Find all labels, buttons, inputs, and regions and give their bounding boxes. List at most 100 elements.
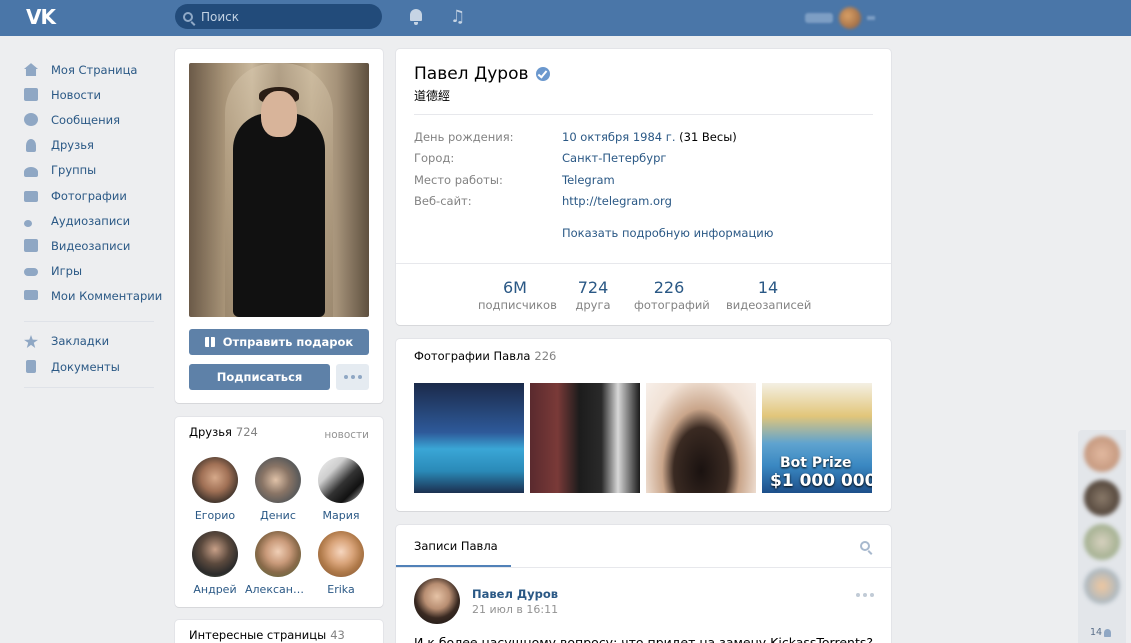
info-value[interactable]: Санкт-Петербург	[562, 151, 666, 165]
counter-number: 6M	[503, 278, 527, 297]
friend-avatar	[192, 457, 238, 503]
counter-subscribers[interactable]: 6M подписчиков	[478, 278, 557, 312]
photo-thumbnail[interactable]	[646, 383, 756, 493]
friend-name: Егорио	[194, 509, 236, 522]
dock-avatar[interactable]	[1084, 436, 1120, 472]
friends-news-link[interactable]: новости	[324, 429, 369, 441]
profile-avatar[interactable]	[189, 63, 369, 317]
dock-online-count[interactable]: 14	[1090, 627, 1112, 638]
sidebar-item-label: Закладки	[51, 334, 110, 349]
sidebar-item-messages[interactable]: Сообщения	[24, 107, 156, 132]
search-box[interactable]	[175, 4, 382, 29]
photos-title: Фотографии Павла	[414, 349, 531, 363]
gift-icon	[204, 337, 215, 347]
photos-header[interactable]: Фотографии Павла 226	[414, 349, 556, 363]
sidebar-item-groups[interactable]: Группы	[24, 158, 156, 183]
friend-name: Мария	[322, 509, 360, 522]
info-label: Город:	[414, 151, 455, 165]
music-note-icon[interactable]: ♫	[450, 8, 466, 26]
tab-wall-posts[interactable]: Записи Павла	[414, 539, 498, 553]
search-input[interactable]	[201, 9, 371, 24]
info-value[interactable]: 10 октября 1984 г. (31 Весы)	[562, 130, 737, 144]
post-more-button[interactable]	[856, 593, 874, 597]
post-author-avatar[interactable]	[414, 578, 460, 624]
chevron-down-icon	[867, 16, 875, 20]
birthday-date[interactable]: 10 октября 1984 г.	[562, 130, 675, 144]
sidebar-item-bookmarks[interactable]: Закладки	[24, 329, 156, 354]
friends-title: Друзья	[189, 425, 232, 439]
subscribe-button[interactable]: Подписаться	[189, 364, 330, 390]
sidebar-item-photos[interactable]: Фотографии	[24, 183, 156, 208]
verified-icon[interactable]	[535, 67, 550, 81]
post-date[interactable]: 21 июл в 16:11	[472, 603, 558, 616]
friend-item[interactable]: Андрей	[182, 531, 248, 596]
chat-dock: 14	[1078, 430, 1126, 643]
sidebar-item-label: Документы	[51, 359, 120, 374]
sidebar-item-comments[interactable]: Мои Комментарии	[24, 284, 162, 309]
send-gift-button[interactable]: Отправить подарок	[189, 329, 369, 355]
group-icon	[24, 164, 38, 177]
friend-name: Андрей	[193, 583, 237, 596]
info-label: Место работы:	[414, 173, 503, 187]
photos-count: 226	[534, 349, 557, 363]
friends-count: 724	[235, 425, 258, 439]
sidebar-item-label: Видеозаписи	[51, 238, 131, 253]
friend-item[interactable]: Денис	[245, 457, 311, 522]
photo-thumbnail[interactable]: Bot Prize $1 000 000	[762, 383, 872, 493]
dock-avatar[interactable]	[1084, 524, 1120, 560]
dot-icon	[343, 375, 348, 379]
info-label: Веб-сайт:	[414, 194, 472, 208]
sidebar-item-games[interactable]: Игры	[24, 259, 156, 284]
friend-name: Александ...	[245, 583, 311, 596]
person-icon	[1104, 628, 1112, 637]
post-author-name[interactable]: Павел Дуров	[472, 587, 558, 601]
sidebar-item-label: Аудиозаписи	[51, 213, 131, 228]
more-actions-button[interactable]	[336, 364, 369, 390]
counter-label: фотографий	[634, 298, 710, 312]
header-user-menu[interactable]	[805, 7, 885, 29]
counter-videos[interactable]: 14 видеозаписей	[726, 278, 811, 312]
search-icon	[183, 11, 193, 22]
person-silhouette	[233, 113, 325, 317]
sidebar-item-documents[interactable]: Документы	[24, 354, 156, 379]
info-value[interactable]: Telegram	[562, 173, 615, 187]
sidebar-item-label: Игры	[51, 264, 83, 279]
friends-header[interactable]: Друзья 724	[189, 425, 258, 439]
sidebar-item-friends[interactable]: Друзья	[24, 133, 156, 158]
document-icon	[24, 360, 38, 374]
friend-avatar	[318, 531, 364, 577]
search-icon[interactable]	[860, 541, 870, 551]
dot-icon	[856, 593, 860, 597]
vk-logo[interactable]: VK	[26, 5, 56, 29]
photo-thumbnail[interactable]	[530, 383, 640, 493]
counter-label: друга	[575, 298, 611, 312]
counter-photos[interactable]: 226 фотографий	[634, 278, 710, 312]
sidebar-item-my-page[interactable]: Моя Страница	[24, 57, 156, 82]
friend-name: Денис	[260, 509, 296, 522]
counter-friends[interactable]: 724 друга	[566, 278, 620, 312]
friend-item[interactable]: Erika	[308, 531, 374, 596]
sidebar-divider	[24, 320, 154, 322]
friend-item[interactable]: Егорио	[182, 457, 248, 522]
friend-item[interactable]: Александ...	[245, 531, 311, 596]
sidebar-item-label: Фотографии	[51, 188, 127, 203]
profile-status: 道德經	[414, 89, 451, 103]
friend-item[interactable]: Мария	[308, 457, 374, 522]
sidebar-item-label: Друзья	[51, 138, 94, 153]
sidebar-item-label: Группы	[51, 163, 97, 178]
interesting-pages-card[interactable]: Интересные страницы 43	[175, 620, 383, 643]
dock-avatar[interactable]	[1084, 568, 1120, 604]
wall-divider	[396, 567, 891, 568]
counter-number: 226	[653, 278, 685, 297]
bell-icon[interactable]	[408, 8, 424, 26]
photo-thumbnail[interactable]	[414, 383, 524, 493]
dock-avatar[interactable]	[1084, 480, 1120, 516]
sidebar-item-audio[interactable]: Аудиозаписи	[24, 208, 156, 233]
show-more-info-link[interactable]: Показать подробную информацию	[562, 226, 773, 240]
sidebar-item-video[interactable]: Видеозаписи	[24, 233, 156, 258]
star-icon	[24, 334, 38, 348]
sidebar-item-news[interactable]: Новости	[24, 82, 156, 107]
music-icon	[24, 214, 38, 228]
info-label: День рождения:	[414, 130, 514, 144]
info-value[interactable]: http://telegram.org	[562, 194, 672, 208]
